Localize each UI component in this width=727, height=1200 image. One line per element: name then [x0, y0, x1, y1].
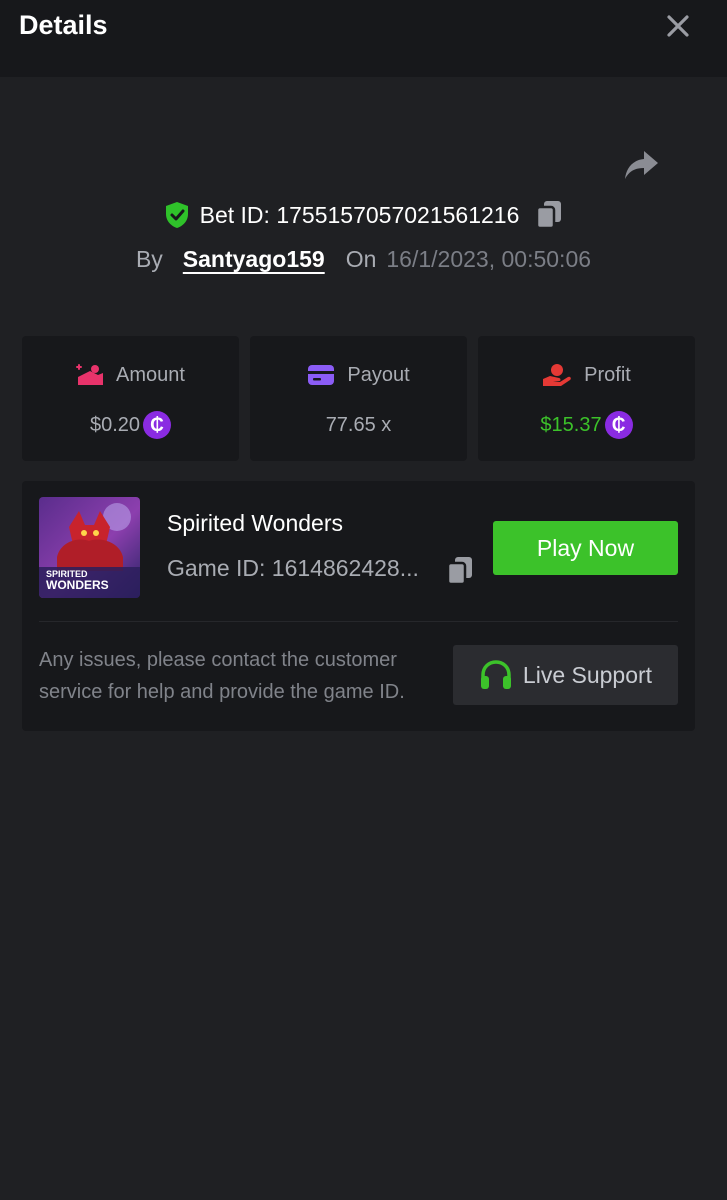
coin-icon: ₵ [143, 411, 172, 439]
amount-icon [76, 364, 104, 385]
close-icon [667, 15, 689, 37]
bet-id-row: Bet ID: 1755157057021561216 [0, 198, 727, 232]
copy-icon[interactable] [446, 556, 474, 586]
bet-meta-row: By Santyago159 On 16/1/2023, 00:50:06 [0, 242, 727, 276]
coin-icon: ₵ [604, 411, 633, 439]
help-text: Any issues, please contact the customer … [39, 649, 405, 703]
game-id-text: Game ID: 1614862428... [167, 555, 419, 581]
on-label: On [345, 245, 377, 272]
payout-label: Payout [347, 363, 410, 386]
bet-id-text: Bet ID: 1755157057021561216 [199, 201, 520, 228]
payout-value: 77.65 x [325, 413, 392, 436]
game-name: Spirited Wonders [167, 510, 343, 536]
share-icon [625, 151, 658, 179]
bet-datetime: 16/1/2023, 00:50:06 [386, 245, 592, 272]
live-support-label: Live Support [522, 661, 653, 688]
verified-shield-icon [165, 202, 188, 228]
share-button[interactable] [620, 146, 662, 184]
play-now-button[interactable]: Play Now [493, 521, 678, 575]
copy-icon[interactable] [535, 200, 563, 230]
headset-icon [480, 660, 511, 689]
profit-label: Profit [584, 363, 631, 386]
amount-value: $0.20 [89, 413, 141, 436]
amount-label: Amount [116, 363, 185, 386]
close-button[interactable] [660, 8, 696, 44]
profit-hand-icon [543, 364, 571, 386]
live-support-button[interactable]: Live Support [453, 645, 678, 705]
amount-card: Amount $0.20 ₵ [22, 336, 239, 461]
game-card: SPIRITED WONDERS Spirited Wonders Game I… [22, 481, 695, 731]
username-link[interactable]: Santyago159 [183, 246, 325, 273]
by-label: By [135, 245, 163, 272]
page-title: Details [19, 10, 108, 40]
profit-value: $15.37 [540, 413, 602, 436]
game-thumbnail[interactable]: SPIRITED WONDERS [39, 497, 140, 598]
svg-text:WONDERS: WONDERS [46, 578, 109, 592]
payout-card: Payout 77.65 x [250, 336, 467, 461]
profit-card: Profit $15.37 ₵ [478, 336, 695, 461]
card-icon [308, 365, 335, 385]
divider [39, 621, 678, 622]
header-bar: Details [0, 0, 727, 77]
